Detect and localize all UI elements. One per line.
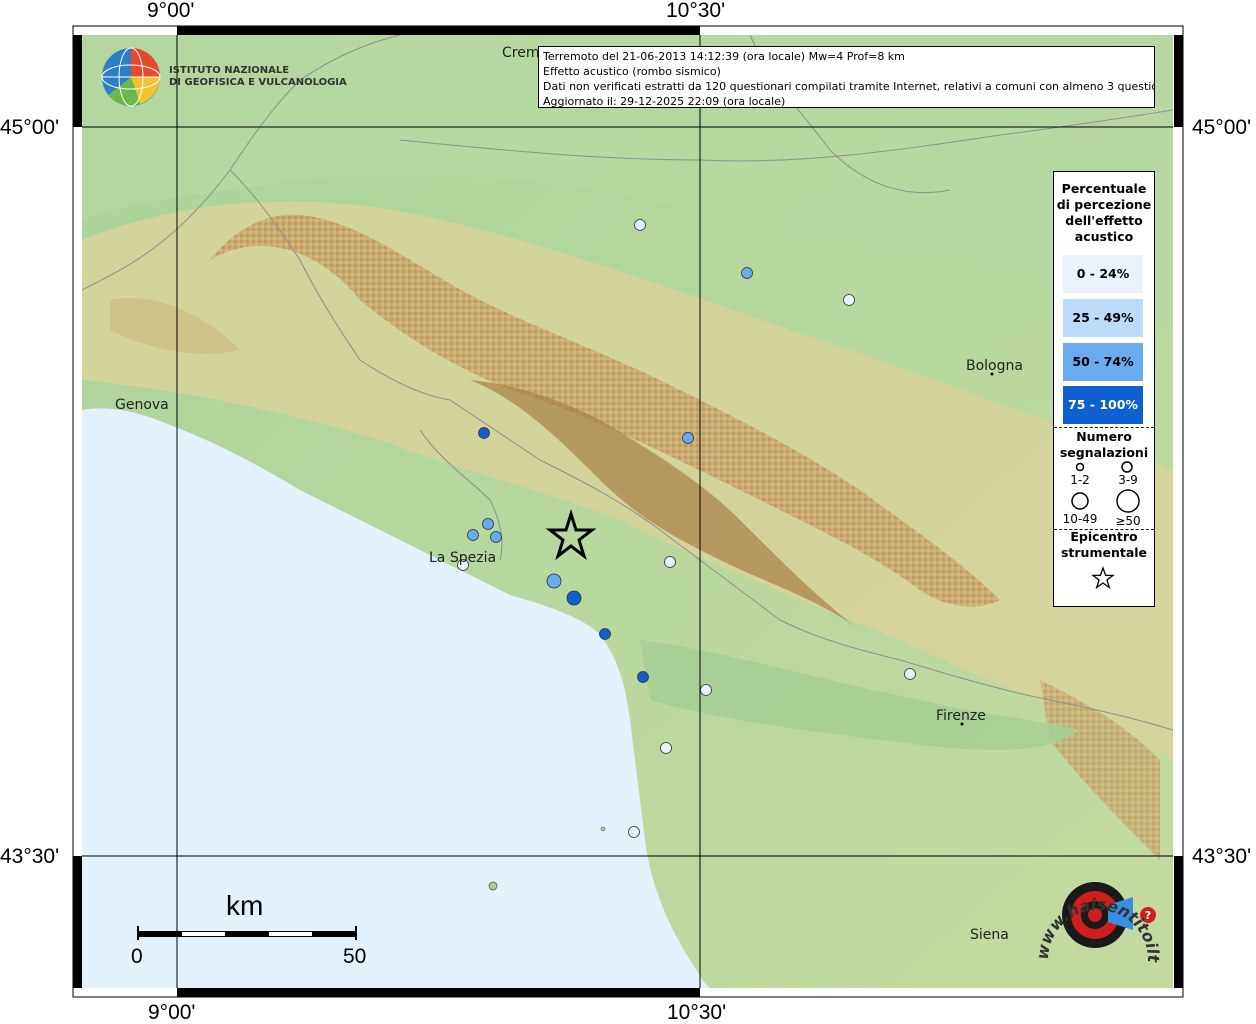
gorgona-island	[488, 881, 498, 891]
frame-bar-right-top	[1174, 35, 1183, 127]
frame-bar-right-bottom	[1174, 856, 1183, 988]
legend-count-title: Numero segnalazioni	[1054, 429, 1154, 461]
observation-point	[546, 573, 562, 589]
legend-class-0: 0 - 24%	[1063, 255, 1143, 293]
updated-line: Aggiornato il: 29-12-2025 22:09 (ora loc…	[543, 95, 786, 108]
size-10-49-icon	[1071, 492, 1089, 510]
legend-title: Percentuale di percezione dell'effetto a…	[1054, 181, 1154, 245]
effect-line: Effetto acustico (rombo sismico)	[543, 65, 721, 78]
ingv-logo-icon	[101, 47, 161, 107]
event-line: Terremoto del 21-06-2013 14:12:39 (ora l…	[543, 50, 905, 63]
frame-bar-left-bottom	[73, 856, 82, 988]
legend-class-1: 25 - 49%	[1063, 299, 1143, 337]
legend-title-line: dell'effetto	[1065, 213, 1143, 228]
legend-class-2: 50 - 74%	[1063, 343, 1143, 381]
legend-epi-title: Epicentro strumentale	[1054, 529, 1154, 561]
coord-right-43-30: 43°30'	[1192, 845, 1252, 868]
coord-bottom-10-30: 10°30'	[667, 1001, 727, 1024]
legend-count-1-2: 1-2	[1070, 473, 1090, 487]
coord-left-43-30: 43°30'	[0, 845, 60, 868]
observation-point	[634, 219, 646, 231]
observation-point	[904, 668, 916, 680]
observation-point	[490, 531, 502, 543]
coord-right-45: 45°00'	[1192, 116, 1252, 139]
scale-max: 50	[343, 945, 367, 968]
legend-divider	[1054, 427, 1154, 428]
city-la-spezia: La Spezia	[429, 550, 497, 566]
observation-point	[628, 826, 640, 838]
data-note-line: Dati non verificati estratti da 120 ques…	[543, 80, 1155, 93]
frame-bar-top	[177, 26, 700, 35]
size-3-9-icon	[1121, 461, 1133, 473]
observation-point	[637, 671, 649, 683]
observation-point	[482, 518, 494, 530]
legend-count-title-line: Numero	[1076, 429, 1132, 444]
small-island	[600, 826, 606, 832]
observation-point	[843, 294, 855, 306]
city-bologna: Bologna	[966, 358, 1023, 374]
observation-point	[478, 427, 490, 439]
legend: Percentuale di percezione dell'effetto a…	[1053, 171, 1155, 607]
observation-point	[700, 684, 712, 696]
city-genova: Genova	[115, 397, 169, 413]
legend-size-icons	[1071, 461, 1140, 513]
legend-epi-title-line: Epicentro	[1070, 529, 1138, 544]
observation-point	[467, 529, 479, 541]
legend-class-3: 75 - 100%	[1063, 386, 1143, 424]
frame-bar-bottom	[177, 988, 700, 997]
coord-bottom-9: 9°00'	[148, 1001, 196, 1024]
institute-line2: DI GEOFISICA E VULCANOLOGIA	[169, 77, 347, 88]
observation-point	[682, 432, 694, 444]
scale-unit: km	[226, 890, 264, 921]
observation-point	[660, 742, 672, 754]
institute-line1: ISTITUTO NAZIONALE	[169, 65, 290, 76]
svg-text:?: ?	[1145, 909, 1151, 922]
institute-name: ISTITUTO NAZIONALE DI GEOFISICA E VULCAN…	[169, 65, 347, 89]
event-info-box: Terremoto del 21-06-2013 14:12:39 (ora l…	[538, 46, 1155, 108]
coord-left-45: 45°00'	[0, 116, 60, 139]
legend-count-10-49: 10-49	[1062, 512, 1098, 526]
frame-bar-left-top	[73, 35, 82, 127]
observation-point	[599, 628, 611, 640]
legend-count-3-9: 3-9	[1118, 473, 1138, 487]
size-1-2-icon	[1075, 462, 1085, 472]
size-50-icon	[1116, 489, 1140, 513]
legend-title-line: di percezione	[1056, 197, 1152, 212]
legend-count-50: ≥50	[1115, 514, 1141, 528]
coord-top-10-30: 10°30'	[666, 0, 726, 22]
coord-top-9: 9°00'	[147, 0, 195, 22]
observation-point	[741, 267, 753, 279]
legend-title-line: Percentuale	[1061, 181, 1147, 196]
city-cremona: Crem	[502, 45, 540, 61]
legend-epi-title-line: strumentale	[1060, 545, 1148, 560]
legend-title-line: acustico	[1074, 229, 1134, 244]
scale-min: 0	[131, 945, 143, 968]
observation-point	[664, 556, 676, 568]
city-siena: Siena	[970, 927, 1009, 943]
legend-star-icon	[1091, 566, 1115, 590]
observation-point	[566, 590, 582, 606]
city-firenze: Firenze	[936, 708, 986, 724]
